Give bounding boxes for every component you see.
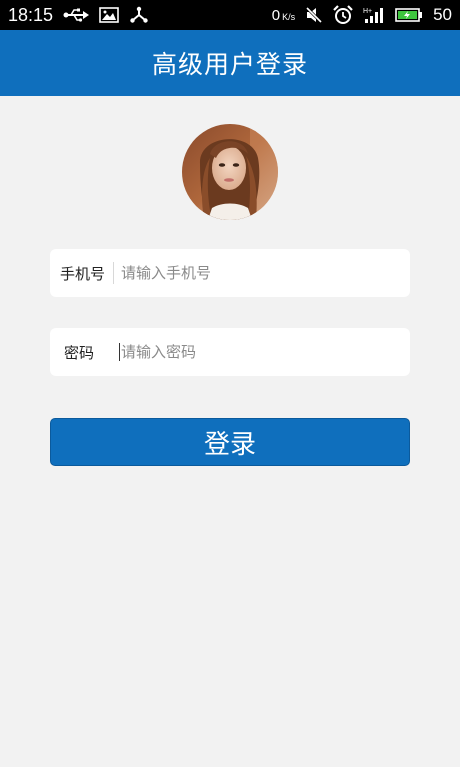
network-speed-value: 0 (271, 6, 281, 24)
phone-label: 手机号 (59, 264, 105, 283)
phone-field-row: 手机号 (50, 249, 410, 297)
status-bar: 18:15 0 K/s H+ 50 (0, 0, 460, 30)
status-bar-right: 0 K/s H+ 50 (272, 5, 452, 25)
password-label: 密码 (64, 343, 95, 362)
avatar-image (182, 124, 278, 220)
page-title: 高级用户登录 (151, 50, 308, 79)
alarm-icon (333, 5, 353, 25)
login-button[interactable]: 登录 (50, 418, 410, 466)
password-field-row: 密码 (50, 328, 410, 376)
battery-level: 50 (433, 5, 452, 24)
login-screen: 18:15 0 K/s H+ 50 高级用户登录 手机号 请输入手机号 密码 登… (0, 0, 460, 767)
clock: 18:15 (8, 4, 54, 25)
signal-icon: H+ (363, 6, 385, 24)
image-icon (99, 7, 119, 23)
status-bar-left: 18:15 (8, 5, 149, 26)
avatar (182, 124, 278, 220)
network-speed: 0 K/s (272, 7, 295, 24)
svg-text:H+: H+ (363, 8, 372, 15)
usb-icon (63, 8, 90, 22)
password-input[interactable] (120, 331, 410, 373)
share-icon (129, 6, 149, 24)
battery-icon (395, 7, 423, 23)
network-speed-unit: K/s (282, 11, 296, 22)
app-header: 高级用户登录 (0, 30, 460, 96)
phone-input[interactable] (114, 252, 410, 294)
mute-icon (305, 6, 323, 24)
